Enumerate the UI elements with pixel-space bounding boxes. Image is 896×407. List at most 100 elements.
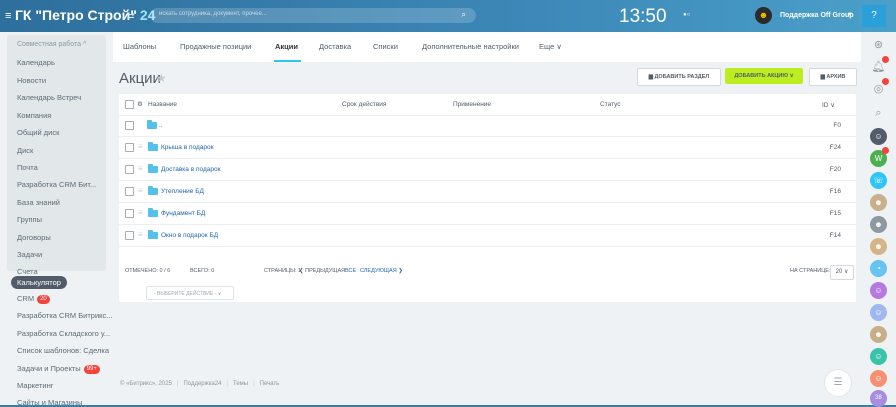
tab-sale-items[interactable]: Продажные позиции (180, 42, 251, 51)
menu-icon[interactable]: ≡ (5, 10, 11, 22)
sidebar-item[interactable]: Группы (17, 215, 42, 224)
drag-handle-icon[interactable]: ≡ (138, 208, 143, 217)
tab-lists[interactable]: Списки (373, 42, 398, 51)
row-checkbox[interactable] (125, 143, 134, 152)
add-section-button[interactable]: ▆ ДОБАВИТЬ РАЗДЕЛ (637, 68, 721, 86)
footer-link-themes[interactable]: Темы (233, 381, 248, 387)
prev-page-link[interactable]: ❮ ПРЕДЫДУЩАЯ (299, 268, 345, 274)
row-name[interactable]: Крыша в подарок (161, 144, 213, 151)
table-row[interactable]: ≡ Крыша в подарок F24 (119, 137, 856, 159)
sidebar-item[interactable]: Календарь (17, 58, 55, 67)
search-icon[interactable]: ⌕ (462, 10, 466, 20)
column-status[interactable]: Статус (600, 101, 621, 108)
tab-settings[interactable]: Дополнительные настройки (422, 42, 519, 51)
drag-handle-icon[interactable]: ≡ (138, 142, 143, 151)
table-row[interactable]: .. F0 (119, 115, 856, 137)
tab-actions[interactable]: Акции (275, 42, 298, 51)
top-bar: ≡ ГК "Петро Строй" 24 ⇄ искать сотрудника… (0, 0, 896, 32)
sidebar-item[interactable]: Почта (17, 163, 38, 172)
row-name[interactable]: Доставка в подарок (161, 166, 220, 173)
bell-icon[interactable]: ◎ (870, 78, 889, 98)
row-checkbox[interactable] (125, 165, 134, 174)
row-name[interactable]: Утепление БД (161, 188, 204, 195)
add-action-button[interactable]: ДОБАВИТЬ АКЦИЮ ∨ (725, 68, 803, 84)
table-row[interactable]: ≡ Окно в подарок БД F14 (119, 225, 856, 247)
archive-button[interactable]: ▆ АРХИВ (809, 68, 857, 86)
row-checkbox[interactable] (125, 209, 134, 218)
sidebar-item[interactable]: Разработка CRM Бит... (17, 180, 96, 189)
user-icon[interactable]: ☺ (870, 348, 887, 365)
column-id[interactable]: ID ∨ (822, 101, 835, 109)
avatar[interactable]: ☻ (870, 326, 887, 343)
select-all-checkbox[interactable] (125, 100, 134, 109)
user-icon[interactable]: ☺ (870, 304, 887, 321)
sidebar-item[interactable]: Компания (17, 111, 51, 120)
avatar[interactable]: W (870, 147, 889, 167)
row-name[interactable]: Фундамент БД (161, 210, 205, 217)
sidebar-item[interactable]: Новости (17, 76, 46, 85)
sidebar-item-crm[interactable]: CRM 20 (17, 294, 50, 304)
table-row[interactable]: ≡ Доставка в подарок F20 (119, 159, 856, 181)
sidebar-item[interactable]: Задачи (17, 250, 42, 259)
tab-more[interactable]: Еще ∨ (539, 42, 562, 51)
settings-icon[interactable]: ⚙ (137, 100, 143, 108)
sidebar-item[interactable]: Маркетинг (17, 381, 53, 390)
avatar[interactable]: ☻ (870, 216, 887, 233)
chat-icon[interactable]: ◔ (870, 260, 887, 277)
avatar[interactable]: ☻ (755, 7, 772, 24)
drag-handle-icon[interactable]: ≡ (138, 164, 143, 173)
help-button[interactable]: ? (862, 5, 886, 27)
drag-handle-icon[interactable]: ≡ (138, 186, 143, 195)
phone-icon[interactable]: ☏ (870, 172, 887, 189)
sidebar-item[interactable]: База знаний (17, 198, 60, 207)
actions-select[interactable]: - ВЫБЕРИТЕ ДЕЙСТВИЕ - ∨ (146, 286, 234, 300)
drag-handle-icon[interactable]: ≡ (138, 230, 143, 239)
table-row[interactable]: ≡ Фундамент БД F15 (119, 203, 856, 225)
sidebar-item[interactable]: Список шаблонов: Сделка (17, 346, 109, 355)
footer-link-support[interactable]: Поддержка24 (183, 381, 221, 387)
tab-delivery[interactable]: Доставка (319, 42, 351, 51)
sidebar-item[interactable]: Счета (17, 267, 38, 276)
avatar[interactable]: ☻ (870, 238, 887, 255)
sidebar-item[interactable]: Общий диск (17, 128, 59, 137)
clock[interactable]: 13:50 (619, 6, 667, 28)
gear-icon[interactable]: ⊛ (870, 37, 887, 54)
row-checkbox[interactable] (125, 187, 134, 196)
all-pages-link[interactable]: ВСЕ (345, 268, 356, 274)
sidebar-item-active[interactable]: Калькулятор (11, 276, 67, 289)
column-name[interactable]: Название (148, 101, 177, 108)
avatar[interactable]: ☺ (870, 128, 887, 145)
sidebar-item[interactable]: Разработка CRM Битрикс... (17, 311, 113, 320)
row-id: F20 (829, 166, 841, 173)
row-checkbox[interactable] (125, 121, 134, 130)
column-term[interactable]: Срок действия (342, 101, 386, 108)
tab-templates[interactable]: Шаблоны (123, 42, 156, 51)
notification-icon[interactable]: 🔔︎ (870, 56, 889, 76)
chat-button[interactable]: ☰ (824, 369, 852, 397)
swap-icon[interactable]: ⇄ (127, 11, 135, 22)
count-badge[interactable]: 38 (870, 390, 887, 407)
sidebar-section-head[interactable]: Совместная работа ^ (17, 41, 86, 48)
next-page-link[interactable]: СЛЕДУЮЩАЯ ❯ (360, 268, 403, 274)
search-icon[interactable]: ⌕ (870, 105, 887, 122)
user-icon[interactable]: ☺ (870, 282, 887, 299)
column-apply[interactable]: Применение (453, 101, 491, 108)
table-row[interactable]: ≡ Утепление БД F16 (119, 181, 856, 203)
row-name[interactable]: Окно в подарок БД (161, 232, 218, 239)
sidebar-item[interactable]: Разработка Складского у... (17, 329, 110, 338)
avatar[interactable]: ☻ (870, 194, 887, 211)
search-input[interactable]: искать сотрудника, документ, прочее... ⌕ (150, 8, 476, 23)
sidebar-item[interactable]: Договоры (17, 233, 51, 242)
sidebar-item-tasks[interactable]: Задачи и Проекты 99+ (17, 364, 100, 374)
user-icon[interactable]: ☺ (870, 370, 887, 387)
row-checkbox[interactable] (125, 231, 134, 240)
row-name[interactable]: .. (159, 122, 163, 129)
user-name[interactable]: Поддержка Off Group (780, 12, 854, 19)
per-page-select[interactable]: 20 ∨ (830, 265, 854, 280)
footer-link-print[interactable]: Печать (260, 381, 280, 387)
chevron-down-icon[interactable]: ▼ (847, 12, 853, 18)
sidebar-item[interactable]: Диск (17, 146, 33, 155)
sidebar-item[interactable]: Календарь Встреч (17, 93, 81, 102)
sidebar-item[interactable]: Сайты и Магазины (17, 398, 82, 407)
star-icon[interactable]: ★ (156, 71, 167, 85)
